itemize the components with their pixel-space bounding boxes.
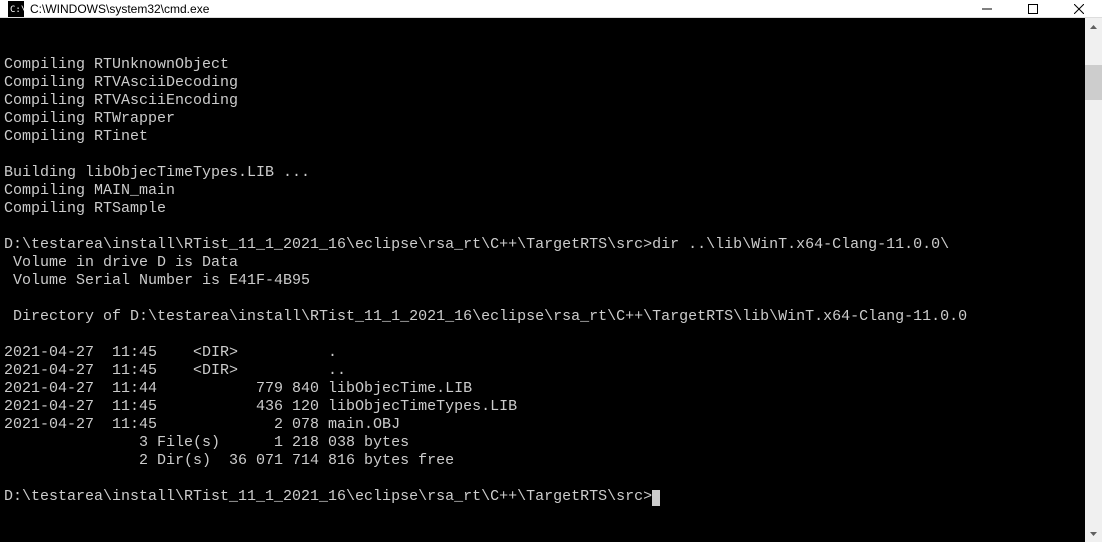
terminal-line xyxy=(4,326,1085,344)
vertical-scrollbar[interactable] xyxy=(1085,18,1102,542)
content-wrapper: Compiling RTUnknownObjectCompiling RTVAs… xyxy=(0,18,1102,542)
terminal-line: Compiling RTVAsciiEncoding xyxy=(4,92,1085,110)
terminal-line xyxy=(4,218,1085,236)
terminal-line xyxy=(4,146,1085,164)
terminal-line: Compiling RTUnknownObject xyxy=(4,56,1085,74)
minimize-button[interactable] xyxy=(964,0,1010,17)
terminal-line: D:\testarea\install\RTist_11_1_2021_16\e… xyxy=(4,488,1085,506)
terminal-line: Compiling RTWrapper xyxy=(4,110,1085,128)
terminal-line: 2021-04-27 11:44 779 840 libObjecTime.LI… xyxy=(4,380,1085,398)
terminal-line: Building libObjecTimeTypes.LIB ... xyxy=(4,164,1085,182)
terminal-line: Volume Serial Number is E41F-4B95 xyxy=(4,272,1085,290)
terminal-line: 2021-04-27 11:45 2 078 main.OBJ xyxy=(4,416,1085,434)
maximize-button[interactable] xyxy=(1010,0,1056,17)
cursor xyxy=(652,490,660,506)
svg-text:C:\: C:\ xyxy=(10,5,24,15)
terminal-line: Compiling RTinet xyxy=(4,128,1085,146)
terminal-line: 3 File(s) 1 218 038 bytes xyxy=(4,434,1085,452)
cmd-icon: C:\ xyxy=(8,1,24,17)
close-button[interactable] xyxy=(1056,0,1102,17)
window-title: C:\WINDOWS\system32\cmd.exe xyxy=(30,2,964,16)
window-titlebar: C:\ C:\WINDOWS\system32\cmd.exe xyxy=(0,0,1102,18)
terminal-line: Volume in drive D is Data xyxy=(4,254,1085,272)
terminal-line: 2021-04-27 11:45 <DIR> . xyxy=(4,344,1085,362)
terminal-output[interactable]: Compiling RTUnknownObjectCompiling RTVAs… xyxy=(0,18,1085,542)
window-controls xyxy=(964,0,1102,17)
terminal-line xyxy=(4,470,1085,488)
scroll-thumb[interactable] xyxy=(1085,65,1102,100)
terminal-line: Compiling MAIN_main xyxy=(4,182,1085,200)
terminal-line: 2 Dir(s) 36 071 714 816 bytes free xyxy=(4,452,1085,470)
scroll-down-arrow-icon[interactable] xyxy=(1085,525,1102,542)
terminal-line: 2021-04-27 11:45 436 120 libObjecTimeTyp… xyxy=(4,398,1085,416)
terminal-line: Compiling RTSample xyxy=(4,200,1085,218)
terminal-line: D:\testarea\install\RTist_11_1_2021_16\e… xyxy=(4,236,1085,254)
scroll-track[interactable] xyxy=(1085,35,1102,525)
terminal-line: Directory of D:\testarea\install\RTist_1… xyxy=(4,308,1085,326)
scroll-up-arrow-icon[interactable] xyxy=(1085,18,1102,35)
terminal-line: 2021-04-27 11:45 <DIR> .. xyxy=(4,362,1085,380)
terminal-line: Compiling RTVAsciiDecoding xyxy=(4,74,1085,92)
terminal-line xyxy=(4,290,1085,308)
